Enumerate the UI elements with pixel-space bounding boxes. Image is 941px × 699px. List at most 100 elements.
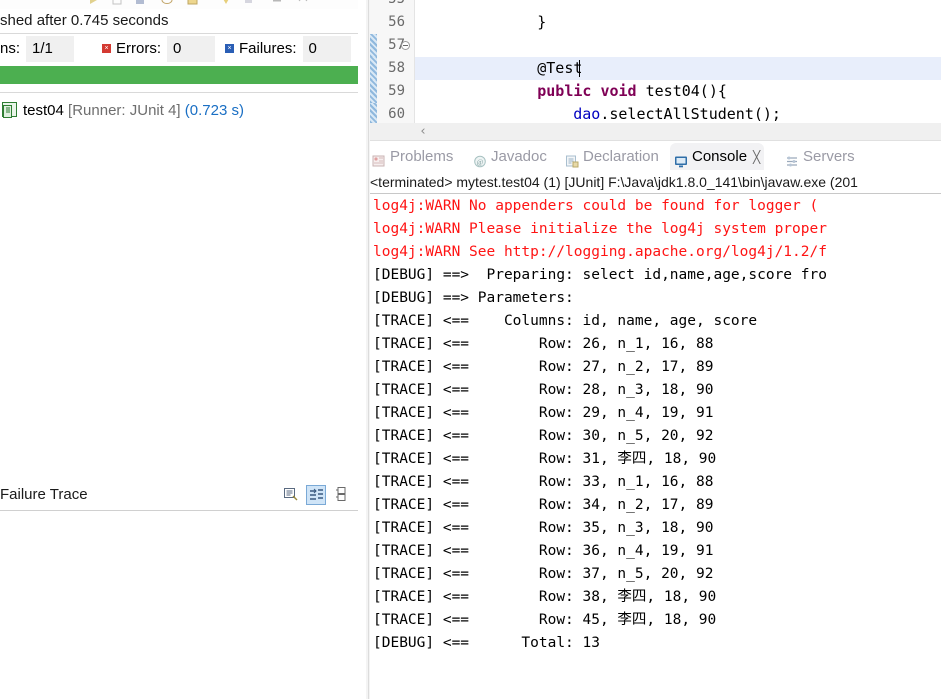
java-editor[interactable]: 55 56 57 58 59 60 } @Test public void te… <box>370 0 941 141</box>
code-line: @Test <box>415 34 582 77</box>
tab-servers[interactable]: Servers <box>785 143 855 170</box>
console-line: [TRACE] <== Row: 45, 李四, 18, 90 <box>373 612 717 628</box>
editor-code-area[interactable]: } @Test public void test04(){ dao.select… <box>415 0 941 141</box>
scrollbar-thumb[interactable] <box>410 125 941 139</box>
compare-result-icon[interactable] <box>282 485 302 505</box>
junit-progress-bar-fill <box>0 66 358 84</box>
console-line: [TRACE] <== Row: 27, n_2, 17, 89 <box>373 359 714 375</box>
tab-console[interactable]: Console ╳ <box>670 143 765 171</box>
counter-failures-label: Failures: <box>239 40 297 57</box>
console-line: [TRACE] <== Row: 36, n_4, 19, 91 <box>373 543 714 559</box>
console-output[interactable]: log4j:WARN No appenders could be found f… <box>370 195 941 699</box>
problems-icon <box>372 150 386 167</box>
filter-stack-trace-icon[interactable] <box>306 485 326 505</box>
console-process-title: <terminated> mytest.test04 (1) [JUnit] F… <box>370 174 858 190</box>
counter-errors-value: 0 <box>167 36 215 62</box>
filter-icon[interactable] <box>243 0 257 7</box>
console-line: [TRACE] <== Row: 34, n_2, 17, 89 <box>373 497 714 513</box>
tree-item-test04[interactable]: test04 [Runner: JUnit 4] (0.723 s) <box>2 100 244 122</box>
counter-failures: × Failures: 0 <box>225 36 351 62</box>
svg-text:@: @ <box>477 158 484 166</box>
console-line: [DEBUG] ==> Parameters: <box>373 290 583 306</box>
eclipse-window: shed after 0.745 seconds ns: 1/1 × Errors:… <box>0 0 941 699</box>
failure-icon: × <box>225 43 234 53</box>
junit-toolbar[interactable] <box>0 0 366 9</box>
junit-pane-edge <box>358 0 366 699</box>
pin-icon[interactable] <box>219 0 233 7</box>
counter-failures-value: 0 <box>302 36 351 62</box>
code-line: public void test04(){ <box>415 57 727 100</box>
console-line: [TRACE] <== Row: 31, 李四, 18, 90 <box>373 451 717 467</box>
console-icon <box>674 150 688 167</box>
failure-trace-toolbar[interactable] <box>278 485 350 505</box>
divider <box>370 140 941 141</box>
console-view: Problems @ Javadoc Declaration Console ╳… <box>370 143 941 699</box>
junit-test-icon <box>2 101 17 118</box>
pane-divider <box>368 0 369 699</box>
line-number: 59 <box>388 83 405 99</box>
failure-trace-content[interactable] <box>0 511 358 699</box>
servers-icon <box>785 150 799 167</box>
console-line: [TRACE] <== Row: 28, n_3, 18, 90 <box>373 382 714 398</box>
console-line: [DEBUG] ==> Preparing: select id,name,ag… <box>373 267 827 283</box>
console-line: [TRACE] <== Row: 29, n_4, 19, 91 <box>373 405 714 421</box>
editor-horizontal-scrollbar[interactable]: ‹ <box>370 123 941 141</box>
close-icon[interactable]: ╳ <box>753 144 760 171</box>
junit-results-tree[interactable]: test04 [Runner: JUnit 4] (0.723 s) <box>0 96 358 471</box>
junit-progress-bar-track <box>0 66 358 84</box>
javadoc-icon: @ <box>473 150 487 167</box>
divider <box>0 92 358 93</box>
code-line: } <box>415 0 546 31</box>
counter-runs-value: 1/1 <box>26 36 75 62</box>
minimize-icon[interactable] <box>270 0 284 7</box>
console-line: log4j:WARN See http://logging.apache.org… <box>373 244 827 260</box>
code-token: } <box>537 13 547 31</box>
scroll-left-arrow[interactable]: ‹ <box>416 125 430 139</box>
console-line: [TRACE] <== Columns: id, name, age, scor… <box>373 313 758 329</box>
code-method-call: .selectAllStudent(); <box>600 105 781 123</box>
history-icon[interactable] <box>160 0 174 7</box>
tab-label: Servers <box>803 148 855 165</box>
counter-errors-label: Errors: <box>116 40 161 57</box>
code-field-dao: dao <box>573 105 601 123</box>
stop-icon[interactable] <box>133 0 147 7</box>
console-line: [DEBUG] <== Total: 13 <box>373 635 600 651</box>
console-line: log4j:WARN Please initialize the log4j s… <box>373 221 827 237</box>
failure-trace-header: Failure Trace <box>0 482 358 508</box>
declaration-icon <box>565 150 579 168</box>
fold-collapse-icon[interactable] <box>401 41 410 50</box>
line-number: 55 <box>370 0 410 11</box>
console-line: [TRACE] <== Row: 26, n_1, 16, 88 <box>373 336 714 352</box>
console-line: [TRACE] <== Row: 37, n_5, 20, 92 <box>373 566 714 582</box>
tree-item-name: test04 <box>23 102 64 119</box>
view-menu-icon[interactable] <box>186 0 200 7</box>
counter-errors: × Errors: 0 <box>102 36 215 62</box>
tab-javadoc[interactable]: @ Javadoc <box>473 143 547 170</box>
failure-trace-label: Failure Trace <box>0 486 88 503</box>
rerun-icon[interactable] <box>110 0 124 7</box>
tab-label: Console <box>692 148 748 165</box>
junit-counters: ns: 1/1 × Errors: 0 × Failures: 0 <box>0 36 358 62</box>
console-line: [TRACE] <== Row: 33, n_1, 16, 88 <box>373 474 714 490</box>
maximize-icon[interactable] <box>330 485 350 505</box>
tree-item-time: (0.723 s) <box>184 102 244 119</box>
text-caret <box>579 60 580 77</box>
run-icon[interactable] <box>86 0 100 7</box>
tab-declaration[interactable]: Declaration <box>565 143 659 170</box>
tab-label: Declaration <box>583 148 659 165</box>
junit-view: shed after 0.745 seconds ns: 1/1 × Errors:… <box>0 0 366 699</box>
divider <box>0 33 358 34</box>
tab-label: Problems <box>390 148 454 165</box>
maximize-icon[interactable] <box>296 0 310 7</box>
counter-runs-label: ns: <box>0 40 21 57</box>
tab-problems[interactable]: Problems <box>372 143 453 170</box>
console-line: [TRACE] <== Row: 38, 李四, 18, 90 <box>373 589 717 605</box>
counter-runs: ns: 1/1 <box>0 36 75 62</box>
divider <box>370 193 941 194</box>
console-line: [TRACE] <== Row: 30, n_5, 20, 92 <box>373 428 714 444</box>
line-number: 58 <box>388 60 405 76</box>
console-tab-bar[interactable]: Problems @ Javadoc Declaration Console ╳… <box>370 143 941 170</box>
console-line: log4j:WARN No appenders could be found f… <box>373 198 819 214</box>
junit-finished-label: shed after 0.745 seconds <box>0 12 169 29</box>
code-line: dao.selectAllStudent(); <box>415 80 781 123</box>
